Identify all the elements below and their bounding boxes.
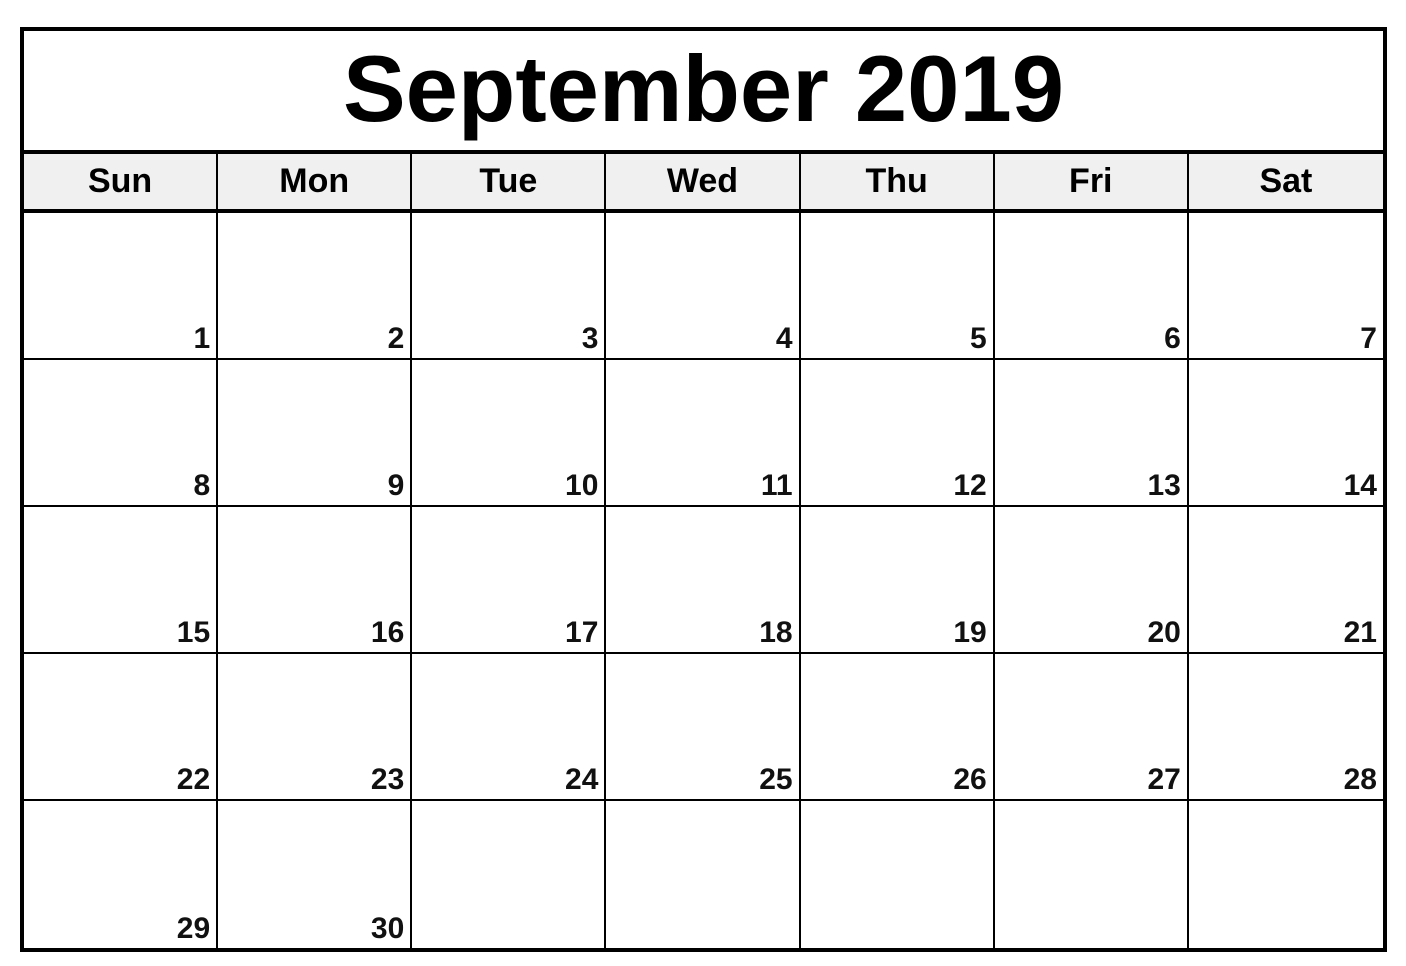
day-number: 14 [1343, 469, 1377, 502]
week-row: 1 2 3 4 5 6 7 [24, 213, 1383, 360]
day-number: 25 [759, 763, 793, 796]
weekday-thu: Thu [801, 154, 995, 209]
day-cell-empty [801, 801, 995, 948]
day-number: 5 [970, 322, 987, 355]
day-cell[interactable]: 25 [606, 654, 801, 799]
day-cell[interactable]: 15 [24, 507, 219, 652]
day-cell[interactable]: 21 [1189, 507, 1383, 652]
day-cell[interactable]: 5 [801, 213, 995, 358]
day-cell[interactable]: 27 [995, 654, 1189, 799]
day-cell[interactable]: 24 [412, 654, 607, 799]
day-cell[interactable]: 30 [218, 801, 413, 948]
day-cell[interactable]: 11 [606, 360, 801, 505]
day-cell[interactable]: 23 [218, 654, 413, 799]
day-number: 28 [1343, 763, 1377, 796]
day-cell[interactable]: 26 [801, 654, 995, 799]
day-number: 9 [387, 469, 405, 502]
day-number: 19 [953, 616, 987, 649]
day-cell[interactable]: 7 [1189, 213, 1383, 358]
day-number: 30 [370, 912, 405, 945]
day-cell[interactable]: 10 [412, 360, 607, 505]
day-number: 16 [370, 616, 405, 649]
week-row: 8 9 10 11 12 13 14 [24, 360, 1383, 507]
weekday-mon: Mon [218, 154, 413, 209]
day-cell[interactable]: 1 [24, 213, 219, 358]
weekday-fri: Fri [995, 154, 1189, 209]
day-cell[interactable]: 29 [24, 801, 219, 948]
day-number: 29 [176, 912, 211, 945]
day-cell[interactable]: 18 [606, 507, 801, 652]
day-cell[interactable]: 9 [218, 360, 413, 505]
calendar: September 2019 Sun Mon Tue Wed Thu Fri S… [20, 27, 1387, 952]
week-row: 22 23 24 25 26 27 28 [24, 654, 1383, 801]
day-cell[interactable]: 2 [218, 213, 413, 358]
day-number: 27 [1147, 763, 1181, 796]
day-number: 24 [565, 763, 599, 796]
day-number: 8 [193, 469, 211, 502]
day-number: 10 [565, 469, 599, 502]
day-cell[interactable]: 19 [801, 507, 995, 652]
week-row: 29 30 [24, 801, 1383, 948]
weekday-header-row: Sun Mon Tue Wed Thu Fri Sat [24, 154, 1383, 213]
day-cell[interactable]: 17 [412, 507, 607, 652]
title-bar: September 2019 [24, 31, 1383, 154]
day-number: 1 [193, 322, 211, 355]
weeks-grid: 1 2 3 4 5 6 7 8 9 10 11 12 13 14 15 16 1… [24, 213, 1383, 948]
day-number: 17 [565, 616, 599, 649]
day-number: 11 [760, 469, 793, 502]
day-number: 26 [953, 763, 987, 796]
day-cell[interactable]: 16 [218, 507, 413, 652]
day-cell[interactable]: 22 [24, 654, 219, 799]
day-cell[interactable]: 8 [24, 360, 219, 505]
calendar-title: September 2019 [342, 35, 1065, 141]
day-number: 4 [775, 322, 793, 355]
day-cell-empty [995, 801, 1189, 948]
day-cell[interactable]: 13 [995, 360, 1189, 505]
day-number: 3 [581, 322, 599, 355]
weekday-sat: Sat [1259, 162, 1313, 200]
day-cell[interactable]: 4 [606, 213, 801, 358]
week-row: 15 16 17 18 19 20 21 [24, 507, 1383, 654]
day-number: 15 [176, 616, 211, 649]
day-number: 18 [759, 616, 793, 649]
day-cell[interactable]: 6 [995, 213, 1189, 358]
day-cell-empty [1189, 801, 1383, 948]
day-cell[interactable]: 28 [1189, 654, 1383, 799]
day-cell[interactable]: 3 [412, 213, 607, 358]
day-cell[interactable]: 14 [1189, 360, 1383, 505]
weekday-sun: Sun [24, 154, 219, 209]
day-number: 12 [953, 469, 987, 502]
day-number: 22 [176, 763, 211, 796]
day-number: 7 [1360, 322, 1377, 355]
day-cell-empty [412, 801, 607, 948]
day-number: 2 [387, 322, 405, 355]
day-number: 21 [1343, 616, 1377, 649]
weekday-wed: Wed [606, 154, 801, 209]
day-number: 23 [370, 763, 405, 796]
day-number: 13 [1147, 469, 1181, 502]
day-number: 6 [1164, 322, 1181, 355]
day-cell[interactable]: 20 [995, 507, 1189, 652]
day-cell-empty [606, 801, 801, 948]
weekday-tue: Tue [412, 154, 607, 209]
day-number: 20 [1147, 616, 1181, 649]
day-cell[interactable]: 12 [801, 360, 995, 505]
